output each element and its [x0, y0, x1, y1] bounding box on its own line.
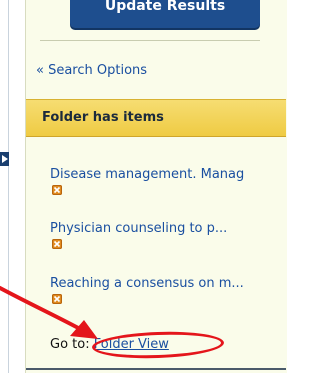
bottom-rule: [26, 368, 286, 370]
annotation-arrow: [0, 286, 98, 339]
